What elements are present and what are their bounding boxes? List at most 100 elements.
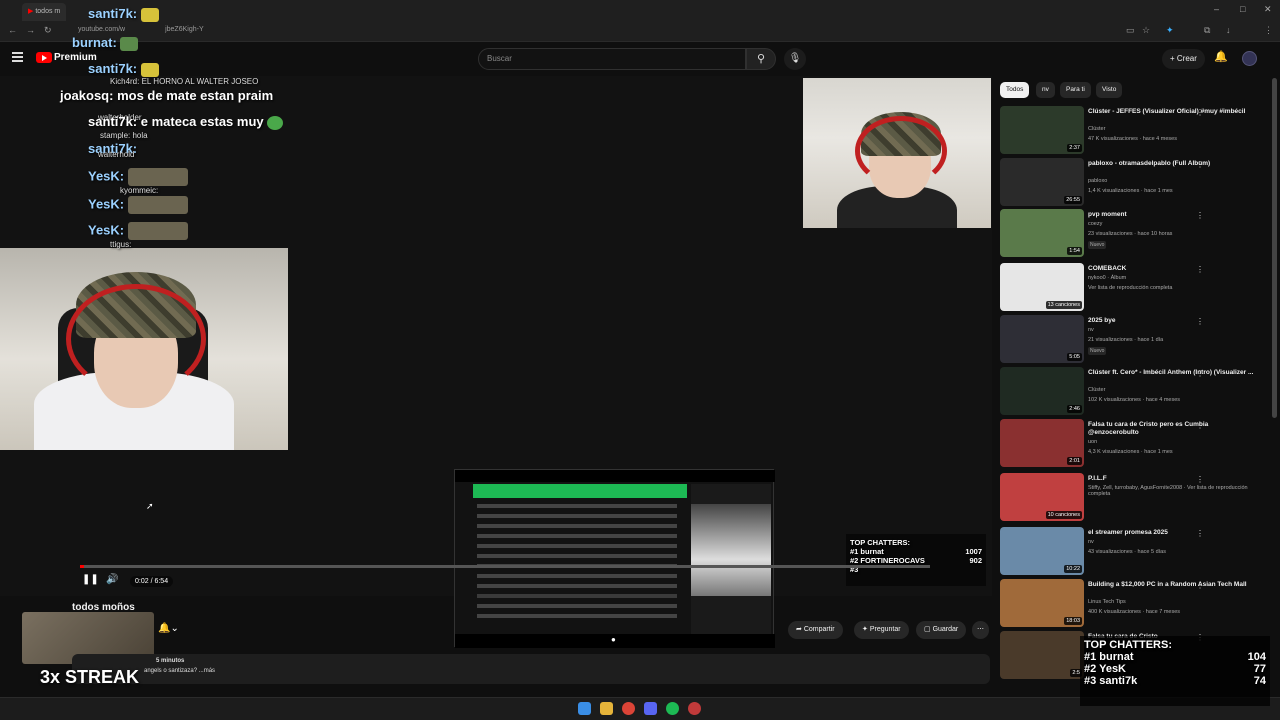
recommendation-title[interactable]: Clúster - JEFFES (Visualizer Oficial) #m… [1088,108,1258,116]
video-thumbnail[interactable]: 2:46 [1000,367,1084,415]
maximize-icon[interactable]: □ [1240,4,1245,14]
video-thumbnail[interactable]: 1:54 [1000,209,1084,257]
recommendation-title[interactable]: Clúster ft. Cero* - Imbécil Anthem (Intr… [1088,369,1258,377]
chip-para-ti[interactable]: Para ti [1060,82,1091,98]
recommendation-title[interactable]: el streamer promesa 2025 [1088,529,1258,537]
recommendation-channel[interactable]: Stiffy, Zell, turrobaby, AgusFornite2008… [1088,485,1270,497]
recommendation-item[interactable]: 18:03 Building a $12,000 PC in a Random A… [1000,579,1270,629]
recommendation-item[interactable]: 2:46 Clúster ft. Cero* - Imbécil Anthem (… [1000,367,1270,417]
subscribe-bell-icon[interactable]: 🔔⌄ [158,623,179,634]
youtube-logo-icon[interactable] [36,52,52,63]
recommendation-title[interactable]: pabloxo - otramasdelpablo (Full Album) [1088,160,1258,168]
spotify-icon[interactable] [666,702,679,715]
recommendation-item[interactable]: 2:37 Clúster - JEFFES (Visualizer Oficial… [1000,106,1270,156]
notifications-bell-icon[interactable]: 🔔 [1214,50,1228,63]
recommendation-title[interactable]: COMEBACK [1088,265,1258,273]
windows-start-icon[interactable] [578,702,591,715]
create-button[interactable]: + Crear [1162,49,1205,69]
video-thumbnail[interactable]: 18:03 [1000,579,1084,627]
more-options-icon[interactable]: ⋮ [1196,421,1204,430]
video-thumbnail[interactable]: 10:22 [1000,527,1084,575]
scrollbar[interactable] [1272,78,1277,418]
reload-icon[interactable]: ↻ [44,25,52,36]
more-options-icon[interactable]: ⋮ [1196,211,1204,220]
recommendation-title[interactable]: Falsa tu cara de Cristo pero es Cumbia @… [1088,421,1258,437]
extensions-puzzle-icon[interactable]: ⧉ [1204,25,1210,36]
search-button[interactable]: ⚲ [746,48,776,70]
save-button[interactable]: ▢ Guardar [916,621,967,639]
browser-tab[interactable]: ▶ todos m [22,3,67,21]
recommendation-channel[interactable]: coezy [1088,221,1102,227]
chatter-rank: #1 burnat [1084,651,1134,663]
recommendation-item[interactable]: 1:54 pvp moment coezy 23 visualizaciones · … [1000,209,1270,259]
more-options-icon[interactable]: ⋮ [1196,317,1204,326]
more-options-icon[interactable]: ⋮ [1196,160,1204,169]
chip-visto[interactable]: Visto [1096,82,1123,98]
video-thumbnail[interactable]: 13 canciones [1000,263,1084,311]
search-input[interactable]: Buscar [478,48,746,70]
recommendation-title[interactable]: 2025 bye [1088,317,1258,325]
install-icon[interactable]: ▭ [1126,25,1135,36]
recommendation-item[interactable]: 10 canciones P.I.L.F Stiffy, Zell, turroba… [1000,473,1270,523]
youtube-header: Premium Buscar ⚲ 🎙 + Crear 🔔 [0,42,1280,76]
ask-button[interactable]: ✦ Preguntar [854,621,909,639]
more-actions-button[interactable]: ⋯ [972,621,989,639]
bookmark-star-icon[interactable]: ☆ [1142,25,1150,36]
chip-todos[interactable]: Todos [1000,82,1030,98]
video-thumbnail[interactable]: 2:5 [1000,631,1084,679]
browser-menu-icon[interactable]: ⋮ [1264,25,1273,36]
recommendation-title[interactable]: P.I.L.F [1088,475,1258,483]
recommendation-channel[interactable]: nv [1088,327,1094,333]
video-thumbnail[interactable]: 10 canciones [1000,473,1084,521]
recommendation-item[interactable]: 2:01 Falsa tu cara de Cristo pero es Cumb… [1000,419,1270,469]
more-options-icon[interactable]: ⋮ [1196,265,1204,274]
recommendation-title[interactable]: Building a $12,000 PC in a Random Asian … [1088,581,1258,589]
recommendation-channel[interactable]: nv [1088,539,1094,545]
extension-icon[interactable]: ✦ [1166,25,1174,36]
recommendation-channel[interactable]: Clúster [1088,126,1105,132]
recommendation-meta: 43 visualizaciones · hace 5 días [1088,549,1166,555]
more-options-icon[interactable]: ⋮ [1196,475,1204,484]
chip-nv[interactable]: nv [1036,82,1055,98]
minimize-icon[interactable]: – [1214,4,1219,14]
video-thumbnail[interactable]: 5:05 [1000,315,1084,363]
recommendation-item[interactable]: 13 canciones COMEBACK nykoo0 · Álbum Ver li… [1000,263,1270,313]
recommendation-channel[interactable]: pabloxo [1088,178,1107,184]
recommendation-channel[interactable]: uon [1088,439,1097,445]
close-window-icon[interactable]: ✕ [1264,4,1272,15]
more-options-icon[interactable]: ⋮ [1196,581,1204,590]
account-avatar[interactable] [1242,51,1257,66]
video-player[interactable]: ● TOP CHATTERS: #1 burnat 1007 #2 FORTINE… [0,76,992,648]
download-icon[interactable]: ↓ [1226,25,1231,35]
mic-button[interactable]: 🎙 [784,48,806,70]
discord-icon[interactable] [644,702,657,715]
back-icon[interactable]: ← [8,25,17,35]
file-explorer-icon[interactable] [600,702,613,715]
emote-icon [127,168,188,186]
recommendation-item[interactable]: 26:55 pabloxo - otramasdelpablo (Full Alb… [1000,158,1270,208]
pause-button[interactable]: ❚❚ [82,574,99,585]
recommendation-channel[interactable]: Linus Tech Tips [1088,599,1126,605]
hamburger-menu-icon[interactable] [12,52,23,62]
more-options-icon[interactable]: ⋮ [1196,108,1204,117]
video-thumbnail[interactable]: 2:37 [1000,106,1084,154]
more-options-icon[interactable]: ⋮ [1196,369,1204,378]
recommendation-item[interactable]: 5:05 2025 bye nv 21 visualizaciones · hace … [1000,315,1270,365]
recommendation-title[interactable]: pvp moment [1088,211,1258,219]
spotify-sidepanel [691,484,771,634]
address-bar: ← → ↻ youtube.com/w jbeZ6Kigh-Y ▭ ☆ ✦ ⧉ ↓… [0,22,1280,42]
video-thumbnail[interactable]: 26:55 [1000,158,1084,206]
chat-message: joakosq: mos de mate estan praim [60,88,274,103]
chrome-icon[interactable] [622,702,635,715]
progress-bar[interactable] [80,565,930,568]
forward-icon[interactable]: → [26,25,35,35]
url-field[interactable]: youtube.com/w jbeZ6Kigh-Y [78,26,204,33]
recommendation-item[interactable]: 10:22 el streamer promesa 2025 nv 43 visual… [1000,527,1270,577]
recommendation-channel[interactable]: Clúster [1088,387,1105,393]
volume-icon[interactable]: 🔊 [106,574,118,585]
app-icon[interactable] [688,702,701,715]
video-thumbnail[interactable]: 2:01 [1000,419,1084,467]
share-button[interactable]: ➦ Compartir [788,621,843,639]
more-options-icon[interactable]: ⋮ [1196,529,1204,538]
recommendation-channel[interactable]: nykoo0 · Álbum [1088,275,1126,281]
